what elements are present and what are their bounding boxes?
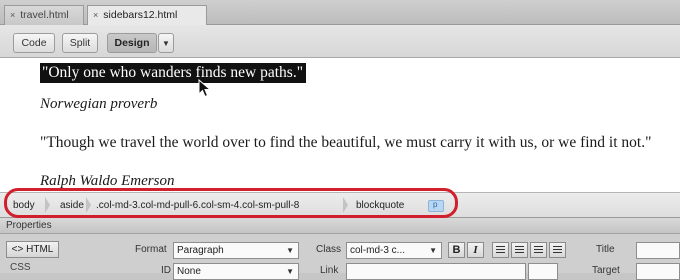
target-label: Target — [592, 265, 620, 276]
split-view-button[interactable]: Split — [62, 33, 98, 53]
italic-button[interactable]: I — [467, 242, 484, 258]
title-input[interactable] — [636, 242, 680, 259]
properties-title: Properties — [0, 218, 680, 234]
document-toolbar: Code Split Design ▼ — [0, 25, 680, 58]
title-label: Title — [596, 244, 615, 255]
tag-selector-highlight — [4, 188, 458, 218]
quote-2[interactable]: "Though we travel the world over to find… — [40, 134, 651, 152]
indent-icon[interactable] — [549, 242, 566, 258]
target-select[interactable] — [636, 263, 680, 280]
id-value: None — [177, 266, 201, 277]
link-browse-icon[interactable] — [528, 263, 558, 280]
chevron-down-icon: ▼ — [286, 246, 294, 255]
view-options-dropdown[interactable]: ▼ — [158, 33, 174, 53]
class-value: col-md-3 c... — [350, 245, 406, 256]
ordered-list-icon[interactable] — [511, 242, 528, 258]
selected-text[interactable]: "Only one who wanders finds new paths." — [40, 63, 307, 83]
tab-label: sidebars12.html — [103, 9, 178, 21]
class-select[interactable]: col-md-3 c... ▼ — [346, 242, 442, 259]
quote-1[interactable]: "Only one who wanders finds new paths." — [40, 63, 307, 83]
document-tab-bar: × travel.html × sidebars12.html — [0, 0, 680, 25]
design-view-button[interactable]: Design — [107, 33, 157, 53]
css-mode-button[interactable]: CSS — [10, 262, 31, 273]
link-input[interactable] — [346, 263, 526, 280]
mouse-pointer-icon — [198, 79, 212, 98]
tab-travel-html[interactable]: × travel.html — [4, 5, 84, 25]
tab-sidebars12-html[interactable]: × sidebars12.html — [87, 5, 207, 25]
class-label: Class — [316, 244, 342, 255]
code-view-button[interactable]: Code — [13, 33, 55, 53]
html-mode-button[interactable]: <> HTML — [6, 241, 59, 258]
chevron-down-icon: ▼ — [286, 267, 294, 276]
format-label: Format — [135, 244, 167, 255]
close-tab-icon[interactable]: × — [10, 10, 15, 20]
tab-label: travel.html — [20, 9, 69, 21]
bold-button[interactable]: B — [448, 242, 465, 258]
format-value: Paragraph — [177, 245, 224, 256]
chevron-down-icon: ▼ — [429, 246, 437, 255]
design-view[interactable]: "Only one who wanders finds new paths." … — [0, 58, 680, 193]
format-select[interactable]: Paragraph ▼ — [173, 242, 299, 259]
author-1[interactable]: Norwegian proverb — [40, 96, 157, 113]
chevron-down-icon: ▼ — [162, 39, 170, 48]
id-select[interactable]: None ▼ — [173, 263, 299, 280]
properties-panel: Properties <> HTML CSS Format Paragraph … — [0, 218, 680, 280]
unordered-list-icon[interactable] — [492, 242, 509, 258]
close-tab-icon[interactable]: × — [93, 10, 98, 20]
link-label: Link — [320, 265, 339, 276]
id-label: ID — [161, 265, 171, 276]
outdent-icon[interactable] — [530, 242, 547, 258]
